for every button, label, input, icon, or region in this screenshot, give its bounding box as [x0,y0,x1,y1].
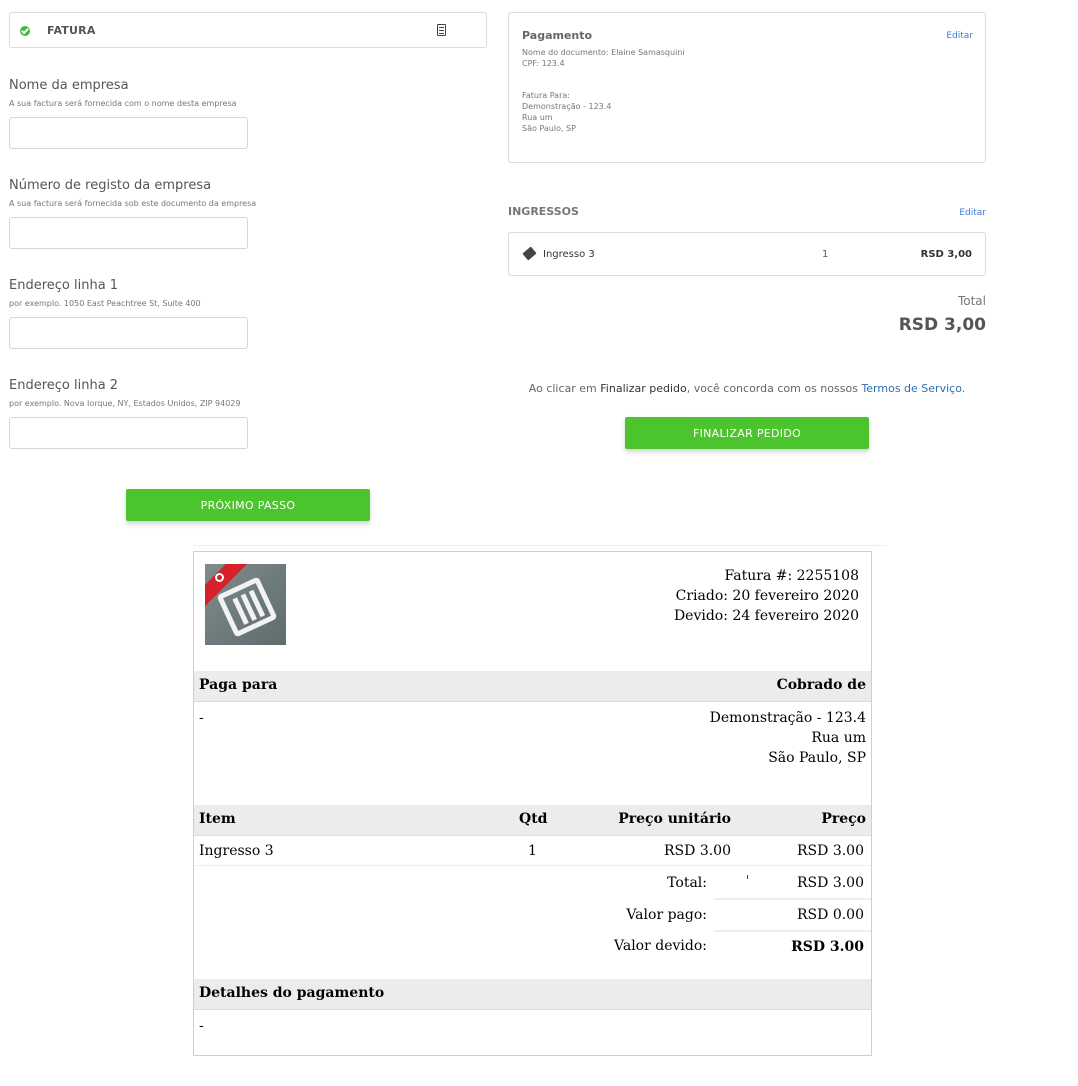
col-unit-price: Preço unitário [618,811,731,827]
invoice-to-label: Fatura Para: [522,91,570,100]
invoice-to-line3: São Paulo, SP [522,124,576,133]
col-price: Preço [821,811,866,827]
marker [747,875,748,879]
terms-action: Finalizar pedido [600,382,687,395]
check-circle-icon [20,26,30,36]
due-label: Valor devido: [614,938,707,954]
item-unit-price: RSD 3.00 [664,843,731,859]
company-registration-input[interactable] [9,217,248,249]
payment-details-title: Detalhes do pagamento [199,985,385,1001]
terms-suffix: . [961,382,966,395]
edit-payment-link[interactable]: Editar [946,31,973,41]
company-name-hint: A sua factura será fornecida com o nome … [9,99,237,108]
tickets-title: INGRESSOS [508,205,579,218]
amount-divider [714,930,871,932]
amount-divider [714,898,871,900]
address-line2-label: Endereço linha 2 [9,378,119,393]
row-divider [194,865,871,866]
ticket-price: RSD 3,00 [920,249,972,260]
invoice-number: Fatura #: 2255108 [724,568,860,584]
payment-summary-card: Pagamento Editar Nome do documento: Elai… [508,12,986,163]
stopwatch-icon [215,573,224,582]
item-qty: 1 [528,843,537,859]
total-label: Total [957,294,986,308]
pay-to-value: - [199,710,204,726]
items-header: Item Qtd Preço unitário Preço [194,805,871,836]
billed-line2: Rua um [811,730,866,746]
total-value: RSD 3,00 [898,315,986,335]
ticket-name: Ingresso 3 [543,249,595,260]
finalize-order-button[interactable]: FINALIZAR PEDIDO [625,417,869,449]
invoice-due-date: Devido: 24 fevereiro 2020 [673,608,859,624]
terms-notice: Ao clicar em Finalizar pedido, você conc… [508,382,986,395]
col-item: Item [199,811,236,827]
invoice-meta: Fatura #: 2255108 Criado: 20 fevereiro 2… [674,566,859,626]
invoice-section-header[interactable]: FATURA [9,12,487,48]
billed-line3: São Paulo, SP [768,750,866,766]
terms-prefix: Ao clicar em [528,382,601,395]
invoice-preview: Fatura #: 2255108 Criado: 20 fevereiro 2… [193,551,872,1056]
company-registration-hint: A sua factura será fornecida sob este do… [9,199,257,208]
ticket-quantity: 1 [822,249,829,260]
cpf-value: CPF: 123.4 [522,59,565,68]
logo-mark [216,576,278,638]
col-qty: Qtd [519,811,548,827]
payment-title: Pagamento [522,29,593,42]
total-label: Total: [667,875,707,891]
address-line1-label: Endereço linha 1 [9,278,119,293]
paid-amount: RSD 0.00 [797,907,864,923]
document-name: Nome do documento: Elaine Samasquini [522,48,685,57]
company-name-input[interactable] [9,117,248,149]
payment-details-header: Detalhes do pagamento [194,979,871,1010]
ticket-row: Ingresso 3 1 RSD 3,00 [508,232,986,276]
payment-details-value: - [199,1018,204,1034]
company-logo [205,564,286,645]
terms-of-service-link[interactable]: Termos de Serviço [861,382,961,395]
total-amount: RSD 3.00 [797,875,864,891]
billed-to-header: Cobrado de [776,677,866,693]
billed-line1: Demonstração - 123.4 [709,710,866,726]
address-line2-input[interactable] [9,417,248,449]
company-registration-label: Número de registo da empresa [9,178,212,193]
address-line1-hint: por exemplo. 1050 East Peachtree St, Sui… [9,299,201,308]
invoice-to-line2: Rua um [522,113,553,122]
address-line2-hint: por exemplo. Nova Iorque, NY, Estados Un… [9,399,241,408]
paid-label: Valor pago: [626,907,707,923]
ticket-icon [522,246,537,261]
invoice-to-line1: Demonstração - 123.4 [522,102,612,111]
edit-tickets-link[interactable]: Editar [959,208,986,218]
company-name-label: Nome da empresa [9,78,129,93]
next-step-button[interactable]: PRÓXIMO PASSO [126,489,370,521]
item-name: Ingresso 3 [199,843,274,859]
section-label: FATURA [47,24,96,37]
item-price: RSD 3.00 [797,843,864,859]
divider [193,545,887,546]
pay-to-header: Paga para [199,677,278,693]
terms-middle: , você concorda com os nossos [686,382,862,395]
billed-to-address: Demonstração - 123.4 Rua um São Paulo, S… [710,708,866,768]
parties-header: Paga para Cobrado de [194,671,871,702]
invoice-created: Criado: 20 fevereiro 2020 [675,588,859,604]
address-line1-input[interactable] [9,317,248,349]
document-icon[interactable] [437,24,446,36]
due-amount: RSD 3.00 [791,939,864,955]
